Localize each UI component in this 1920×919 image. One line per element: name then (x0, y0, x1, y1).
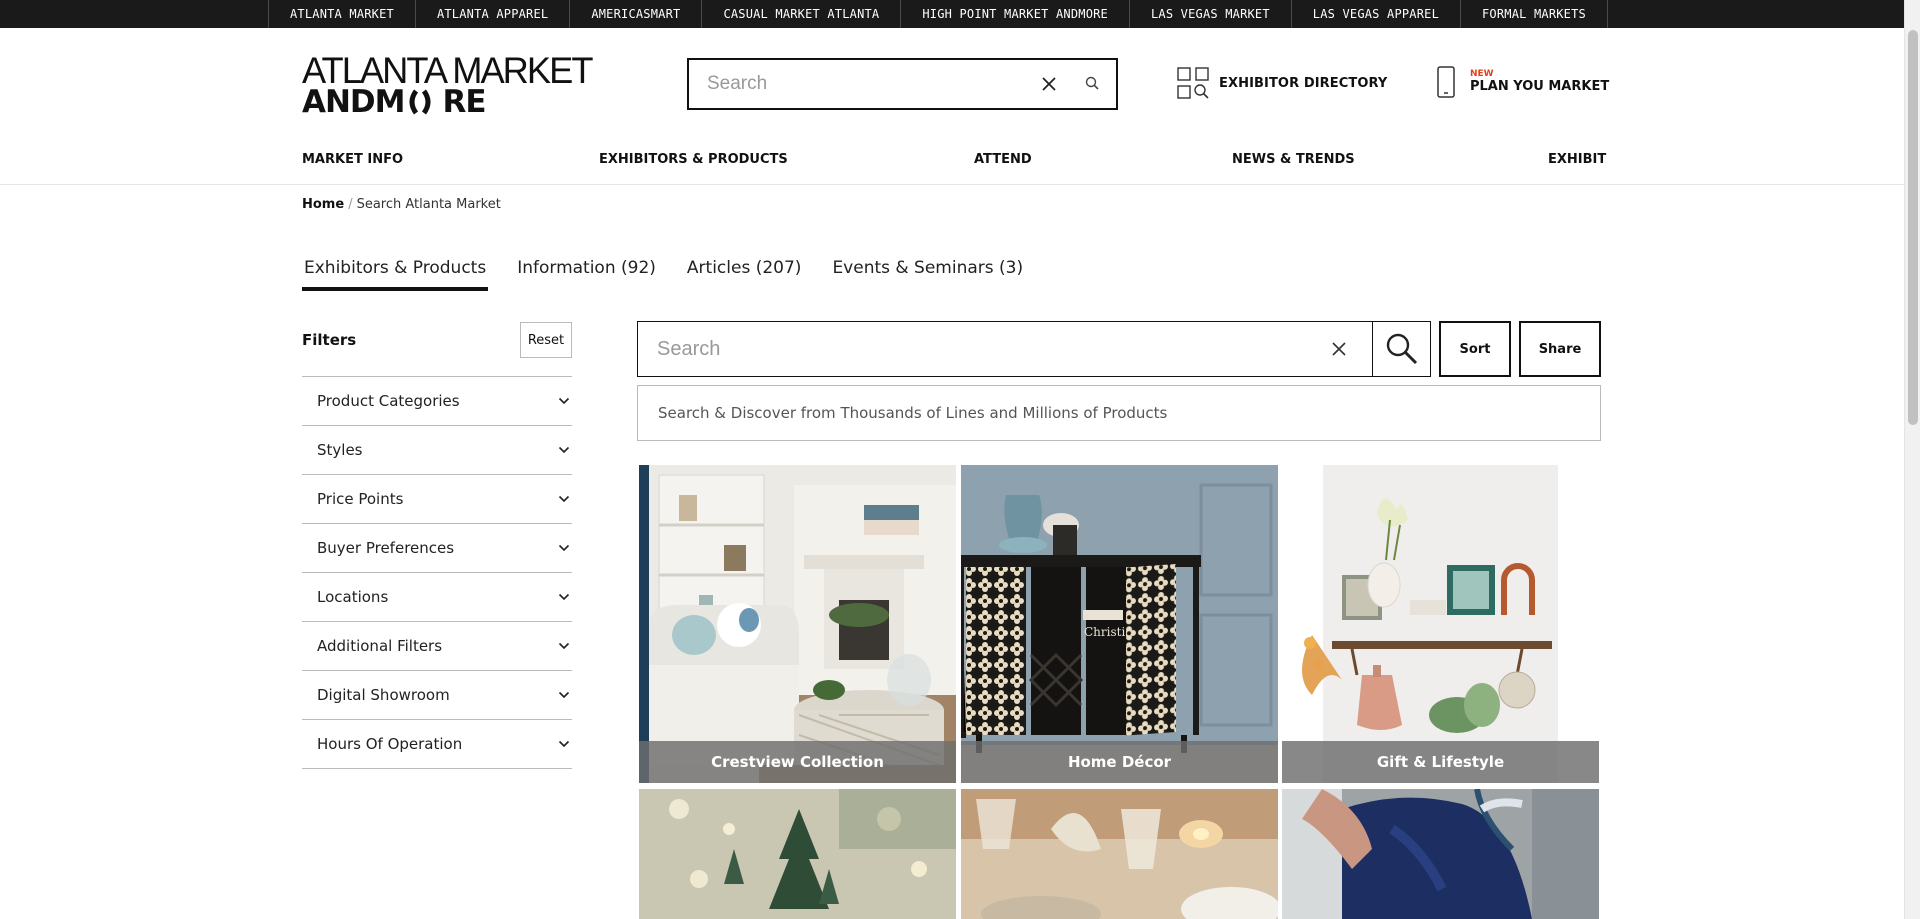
scrollbar-thumb[interactable] (1908, 30, 1918, 425)
glassware-image (961, 789, 1278, 919)
nav-exhibitors-products[interactable]: EXHIBITORS & PRODUCTS (599, 152, 788, 167)
tile-caption: Gift & Lifestyle (1282, 741, 1599, 783)
market-network-list: ATLANTA MARKET ATLANTA APPAREL AMERICASM… (268, 0, 1608, 28)
filter-list: Product Categories Styles Price Points B… (302, 376, 572, 769)
logo-o-mark (409, 89, 431, 115)
chevron-down-icon (558, 446, 570, 454)
cabinet-label-text: Christi (1084, 625, 1125, 639)
chevron-down-icon (558, 397, 570, 405)
tile-caption: Crestview Collection (639, 741, 956, 783)
logo-line-1: ATLANTA MARKET (302, 50, 594, 91)
filter-label: Additional Filters (317, 637, 443, 655)
filter-styles[interactable]: Styles (302, 426, 572, 475)
shelf-lifestyle-image (1282, 465, 1599, 783)
new-badge: NEW (1470, 69, 1494, 79)
breadcrumb-home[interactable]: Home (302, 197, 344, 212)
tile-crestview-collection[interactable]: Crestview Collection (639, 465, 956, 783)
market-link-atlanta-apparel[interactable]: ATLANTA APPAREL (414, 0, 569, 28)
search-discover-banner: Search & Discover from Thousands of Line… (637, 385, 1601, 441)
nav-divider (0, 184, 1904, 185)
site-logo[interactable]: ATLANTA MARKET ANDM RE (302, 50, 594, 118)
filter-label: Product Categories (317, 392, 460, 410)
market-network-bar: ATLANTA MARKET ATLANTA APPAREL AMERICASM… (0, 0, 1904, 28)
tab-information[interactable]: Information (92) (515, 257, 658, 291)
filter-hours-of-operation[interactable]: Hours Of Operation (302, 720, 572, 769)
chevron-down-icon (558, 642, 570, 650)
nav-exhibit[interactable]: EXHIBIT (1548, 152, 1606, 167)
filter-label: Price Points (317, 490, 404, 508)
header-search-box (687, 58, 1118, 110)
search-result-tabs: Exhibitors & Products Information (92) A… (302, 257, 1052, 291)
header-search-input[interactable] (689, 60, 1038, 108)
plan-your-market-link[interactable]: NEW PLAN YOU MARKET (1436, 62, 1609, 102)
chevron-down-icon (558, 593, 570, 601)
living-room-image (639, 465, 956, 783)
tab-events-seminars[interactable]: Events & Seminars (3) (830, 257, 1025, 291)
product-search-input[interactable] (638, 322, 1324, 376)
search-icon[interactable] (1084, 75, 1102, 93)
breadcrumb: Home / Search Atlanta Market (302, 197, 501, 212)
market-link-high-point[interactable]: HIGH POINT MARKET ANDMORE (900, 0, 1129, 28)
product-search-box (637, 321, 1431, 377)
market-link-las-vegas-market[interactable]: LAS VEGAS MARKET (1128, 0, 1291, 28)
clear-icon[interactable] (1038, 73, 1060, 95)
filter-digital-showroom[interactable]: Digital Showroom (302, 671, 572, 720)
filter-label: Digital Showroom (317, 686, 450, 704)
chevron-down-icon (558, 691, 570, 699)
nav-attend[interactable]: ATTEND (974, 152, 1032, 167)
reset-filters-button[interactable]: Reset (520, 322, 572, 358)
exhibitor-directory-link[interactable]: EXHIBITOR DIRECTORY (1177, 66, 1387, 100)
nav-news-trends[interactable]: NEWS & TRENDS (1232, 152, 1355, 167)
mobile-phone-icon (1437, 66, 1455, 98)
logo-line-2: ANDM RE (302, 87, 562, 118)
filter-locations[interactable]: Locations (302, 573, 572, 622)
filter-label: Buyer Preferences (317, 539, 455, 557)
tile-gift-lifestyle[interactable]: Gift & Lifestyle (1282, 465, 1599, 783)
share-button[interactable]: Share (1519, 321, 1601, 377)
tile-caption: Home Décor (961, 741, 1278, 783)
filter-buyer-preferences[interactable]: Buyer Preferences (302, 524, 572, 573)
chevron-down-icon (558, 544, 570, 552)
filter-product-categories[interactable]: Product Categories (302, 377, 572, 426)
breadcrumb-separator: / (348, 197, 353, 212)
market-link-las-vegas-apparel[interactable]: LAS VEGAS APPAREL (1290, 0, 1460, 28)
chevron-down-icon (558, 495, 570, 503)
filters-heading: Filters (302, 331, 357, 349)
tile-home-decor[interactable]: Christi Home Décor (961, 465, 1278, 783)
plan-your-market-label: PLAN YOU MARKET (1470, 79, 1610, 94)
cabinet-image: Christi (961, 465, 1278, 783)
page-scrollbar[interactable] (1904, 0, 1920, 919)
tab-exhibitors-products[interactable]: Exhibitors & Products (302, 257, 489, 291)
holiday-tree-image (639, 789, 956, 919)
market-link-atlanta-market[interactable]: ATLANTA MARKET (268, 0, 415, 28)
clear-icon[interactable] (1324, 334, 1354, 364)
filter-price-points[interactable]: Price Points (302, 475, 572, 524)
sort-button[interactable]: Sort (1439, 321, 1511, 377)
filter-label: Locations (317, 588, 389, 606)
main-navigation: MARKET INFO EXHIBITORS & PRODUCTS ATTEND… (302, 152, 1606, 172)
market-link-americasmart[interactable]: AMERICASMART (569, 0, 701, 28)
nav-market-info[interactable]: MARKET INFO (302, 152, 403, 167)
tab-articles[interactable]: Articles (207) (685, 257, 804, 291)
search-icon[interactable] (1372, 322, 1430, 376)
tile-tabletop[interactable] (961, 789, 1278, 919)
filter-label: Hours Of Operation (317, 735, 463, 753)
exhibitor-directory-label: EXHIBITOR DIRECTORY (1219, 75, 1388, 91)
market-link-formal-markets[interactable]: FORMAL MARKETS (1460, 0, 1608, 28)
tile-apparel[interactable] (1282, 789, 1599, 919)
chevron-down-icon (558, 740, 570, 748)
breadcrumb-current: Search Atlanta Market (356, 197, 501, 212)
tile-holiday[interactable] (639, 789, 956, 919)
market-link-casual-market[interactable]: CASUAL MARKET ATLANTA (701, 0, 900, 28)
directory-search-icon (1177, 67, 1209, 99)
apparel-image (1282, 789, 1599, 919)
filter-label: Styles (317, 441, 363, 459)
filter-additional-filters[interactable]: Additional Filters (302, 622, 572, 671)
